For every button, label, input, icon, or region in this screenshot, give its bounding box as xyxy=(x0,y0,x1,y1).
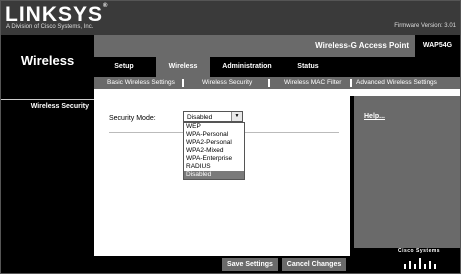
subtab-separator xyxy=(182,79,184,87)
product-bar: Wireless-G Access Point WAP54G xyxy=(94,35,460,57)
option-disabled[interactable]: Disabled xyxy=(184,171,244,179)
section-title: Wireless xyxy=(20,53,75,68)
option-wep[interactable]: WEP xyxy=(184,123,244,131)
section-subtitle: Wireless Security xyxy=(1,99,94,113)
help-link[interactable]: Help... xyxy=(364,113,385,120)
logo-subtitle: A Division of Cisco Systems, Inc. xyxy=(6,24,94,30)
cisco-bars-icon xyxy=(404,258,436,269)
option-wpa2-personal[interactable]: WPA2-Personal xyxy=(184,139,244,147)
option-wpa-enterprise[interactable]: WPA-Enterprise xyxy=(184,155,244,163)
tab-wireless[interactable]: Wireless xyxy=(156,57,210,77)
subtab-separator xyxy=(268,79,270,87)
header: LINKSYS® A Division of Cisco Systems, In… xyxy=(1,1,460,35)
product-name: Wireless-G Access Point xyxy=(315,41,409,50)
security-mode-select[interactable]: Disabled ▼ xyxy=(183,111,243,122)
chevron-down-icon[interactable]: ▼ xyxy=(231,112,242,121)
content-area: Security Mode: Disabled ▼ WEP WPA-Person… xyxy=(94,96,350,256)
option-wpa-personal[interactable]: WPA-Personal xyxy=(184,131,244,139)
option-radius[interactable]: RADIUS xyxy=(184,163,244,171)
cisco-systems-logo: Cisco Systems xyxy=(398,248,441,254)
subtab-mac-filter[interactable]: Wireless MAC Filter xyxy=(284,77,341,89)
cancel-changes-button[interactable]: Cancel Changes xyxy=(282,258,346,271)
tab-administration[interactable]: Administration xyxy=(216,57,278,77)
model-number: WAP54G xyxy=(415,35,460,57)
tab-setup[interactable]: Setup xyxy=(102,57,146,77)
security-mode-label: Security Mode: xyxy=(109,115,156,122)
subtab-separator xyxy=(350,79,352,87)
sub-tabs: Basic Wireless Settings Wireless Securit… xyxy=(94,77,460,89)
security-mode-value: Disabled xyxy=(187,114,213,121)
security-mode-dropdown: WEP WPA-Personal WPA2-Personal WPA2-Mixe… xyxy=(183,122,245,180)
footer-bar: Cisco Systems Save Settings Cancel Chang… xyxy=(94,248,460,273)
option-wpa2-mixed[interactable]: WPA2-Mixed xyxy=(184,147,244,155)
tab-status[interactable]: Status xyxy=(288,57,328,77)
router-admin-page: LINKSYS® A Division of Cisco Systems, In… xyxy=(0,0,461,274)
footer-right-block: Cisco Systems xyxy=(350,248,460,273)
main-tabs: Setup Wireless Administration Status xyxy=(94,57,460,77)
subtab-advanced-wireless[interactable]: Advanced Wireless Settings xyxy=(356,77,437,89)
save-settings-button[interactable]: Save Settings xyxy=(222,258,278,271)
help-panel: Help... xyxy=(350,96,460,264)
subtab-wireless-security[interactable]: Wireless Security xyxy=(202,77,252,89)
subtab-basic-wireless[interactable]: Basic Wireless Settings xyxy=(107,77,175,89)
firmware-version: Firmware Version: 3.01 xyxy=(394,23,456,29)
left-column: Wireless Wireless Security xyxy=(1,35,94,273)
